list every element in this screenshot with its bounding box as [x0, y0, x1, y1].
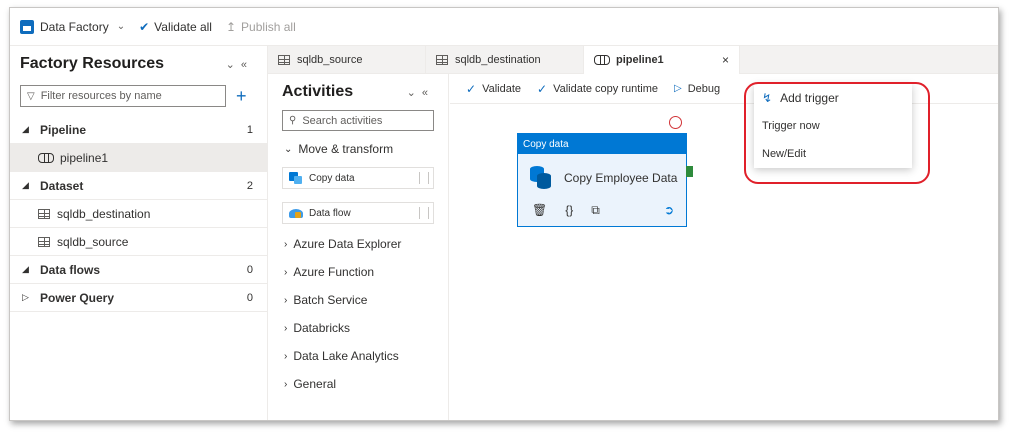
- data-factory-dropdown[interactable]: Data Factory ⌄: [20, 19, 126, 34]
- power-query-count: 0: [246, 291, 253, 304]
- chevron-down-icon: ⌄: [116, 21, 126, 32]
- collapse-panel-icon[interactable]: ⌄«: [226, 58, 253, 71]
- search-placeholder: Search activities: [302, 114, 383, 127]
- validate-all-button[interactable]: ✔ Validate all: [139, 20, 212, 34]
- category-batch-service[interactable]: › Batch Service: [268, 286, 448, 314]
- data-factory-icon: [20, 19, 34, 34]
- debug-button[interactable]: ▷ Debug: [674, 83, 720, 95]
- publish-icon: ↥: [225, 19, 237, 34]
- tab-pipeline1[interactable]: pipeline1 ×: [584, 46, 740, 74]
- activities-pane: Activities ⌄« ⚲ Search activities ⌄ Move…: [268, 74, 449, 420]
- activity-status-circle: [669, 116, 682, 129]
- data-factory-window: Data Factory ⌄ ✔ Validate all ↥ Publish …: [9, 7, 999, 421]
- table-icon: [38, 236, 50, 247]
- table-icon: [278, 55, 290, 65]
- expanded-triangle-icon: ◢: [22, 180, 29, 190]
- chevron-right-icon: ›: [284, 378, 288, 390]
- category-data-lake-analytics[interactable]: › Data Lake Analytics: [268, 342, 448, 370]
- activity-copy-data[interactable]: Copy data: [282, 167, 434, 189]
- play-icon: ▷: [674, 83, 682, 94]
- validate-copy-runtime-button[interactable]: ✓ Validate copy runtime: [537, 82, 658, 96]
- expanded-triangle-icon: ◢: [22, 264, 29, 274]
- tab-sqldb-source[interactable]: sqldb_source: [268, 46, 426, 74]
- tree-group-power-query[interactable]: ▷ Power Query 0: [10, 284, 267, 312]
- collapse-activities-icon[interactable]: ⌄«: [407, 86, 434, 99]
- pipeline-count: 1: [246, 123, 253, 136]
- add-output-icon[interactable]: ➲: [664, 203, 674, 218]
- tree-group-pipeline[interactable]: ◢ Pipeline 1: [10, 116, 267, 144]
- factory-resources-panel: Factory Resources ⌄« ▽ Filter resources …: [10, 46, 268, 420]
- chevron-right-icon: ›: [284, 238, 288, 250]
- highlight-annotation: [744, 82, 930, 184]
- validate-button[interactable]: ✓ Validate: [466, 82, 521, 96]
- chevron-right-icon: ›: [284, 266, 288, 278]
- close-tab-icon[interactable]: ×: [722, 53, 729, 67]
- chevron-right-icon: ›: [284, 294, 288, 306]
- data-flows-count: 0: [246, 263, 253, 276]
- pipeline-icon: [594, 55, 610, 65]
- category-move-transform[interactable]: ⌄ Move & transform: [268, 135, 448, 163]
- top-toolbar: Data Factory ⌄ ✔ Validate all ↥ Publish …: [10, 8, 998, 46]
- check-icon: ✓: [537, 81, 548, 96]
- copy-activity-node[interactable]: Copy data Copy Employee Data 🗑 {} ⧉ ➲: [517, 133, 687, 227]
- factory-resources-title: Factory Resources: [20, 55, 165, 72]
- tab-sqldb-destination[interactable]: sqldb_destination: [426, 46, 584, 74]
- tree-item-sqldb-source[interactable]: sqldb_source: [10, 228, 267, 256]
- data-factory-label: Data Factory: [40, 19, 109, 34]
- validate-all-label: Validate all: [154, 19, 212, 34]
- publish-all-button[interactable]: ↥ Publish all: [226, 20, 296, 34]
- chevron-right-icon: ›: [284, 322, 288, 334]
- chevron-right-icon: ›: [284, 350, 288, 362]
- search-activities-input[interactable]: ⚲ Search activities: [282, 110, 434, 131]
- validate-check-icon: ✔: [139, 19, 150, 34]
- filter-icon: ▽: [27, 90, 35, 102]
- tree-item-pipeline1[interactable]: pipeline1: [10, 144, 267, 172]
- data-flow-icon: [289, 207, 303, 219]
- copy-icon[interactable]: ⧉: [591, 203, 600, 218]
- copy-data-icon: [289, 172, 303, 184]
- expanded-triangle-icon: ◢: [22, 124, 29, 134]
- filter-placeholder: Filter resources by name: [40, 90, 162, 102]
- code-icon[interactable]: {}: [565, 203, 573, 218]
- category-general[interactable]: › General: [268, 370, 448, 398]
- tree-group-dataset[interactable]: ◢ Dataset 2: [10, 172, 267, 200]
- add-resource-button[interactable]: +: [236, 87, 247, 105]
- database-icon: [530, 166, 552, 190]
- search-icon: ⚲: [289, 115, 297, 126]
- editor-tabs: sqldb_source sqldb_destination pipeline1…: [268, 46, 998, 74]
- tree-item-sqldb-destination[interactable]: sqldb_destination: [10, 200, 267, 228]
- activities-title: Activities: [282, 83, 354, 100]
- activity-data-flow[interactable]: Data flow: [282, 202, 434, 224]
- table-icon: [436, 55, 448, 65]
- category-databricks[interactable]: › Databricks: [268, 314, 448, 342]
- node-type-label: Copy data: [518, 134, 686, 154]
- publish-all-label: Publish all: [241, 19, 296, 34]
- dataset-count: 2: [246, 179, 253, 192]
- delete-icon[interactable]: 🗑: [532, 203, 547, 218]
- category-azure-data-explorer[interactable]: › Azure Data Explorer: [268, 230, 448, 258]
- tree-group-data-flows[interactable]: ◢ Data flows 0: [10, 256, 267, 284]
- filter-resources-input[interactable]: ▽ Filter resources by name: [20, 85, 226, 107]
- node-name: Copy Employee Data: [564, 171, 678, 185]
- chevron-down-icon: ⌄: [284, 143, 293, 155]
- check-icon: ✓: [466, 81, 477, 96]
- success-output-port[interactable]: [686, 166, 693, 177]
- collapsed-triangle-icon: ▷: [22, 292, 29, 302]
- pipeline-icon: [38, 152, 54, 163]
- table-icon: [38, 208, 50, 219]
- category-azure-function[interactable]: › Azure Function: [268, 258, 448, 286]
